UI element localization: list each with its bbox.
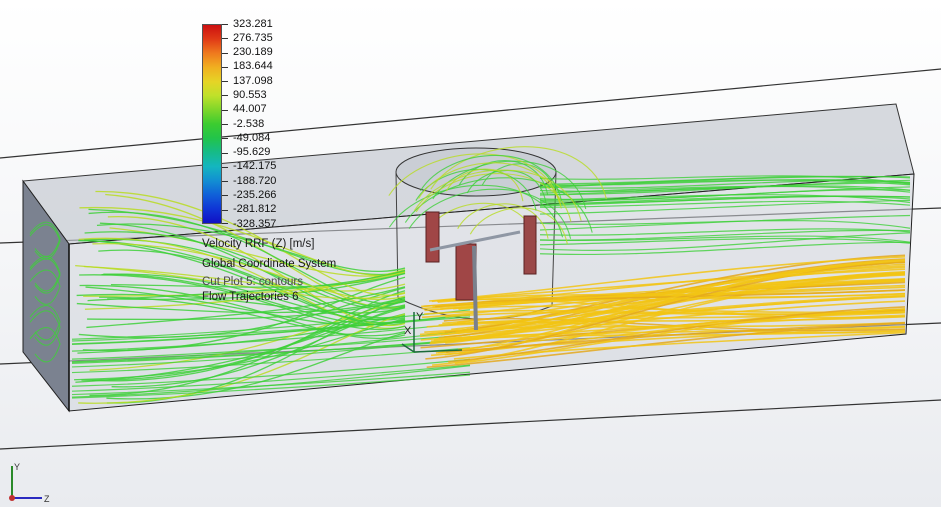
legend-tick-mark <box>222 152 228 154</box>
legend-tick-label: -328.357 <box>233 217 277 230</box>
legend-tick-label: -142.175 <box>233 160 277 173</box>
triad-label-z: Z <box>44 494 50 504</box>
legend-tick-mark <box>222 52 228 54</box>
legend-tick-mark <box>222 38 228 40</box>
legend-tick-mark <box>222 124 228 125</box>
origin-axis-label-y: Y <box>416 311 424 323</box>
legend-tick-label: -95.629 <box>233 146 271 159</box>
legend-tick-label: 323.281 <box>233 17 273 30</box>
legend-tick-label: -49.084 <box>233 131 271 144</box>
legend-tick-mark <box>222 81 228 83</box>
legend-trajectories-name: Flow Trajectories 6 <box>202 291 299 303</box>
legend-tick-mark <box>222 66 228 68</box>
legend-tick-label: 230.189 <box>233 46 273 59</box>
legend-tick-label: -2.538 <box>233 117 265 130</box>
legend-quantity: Velocity RRF (Z) [m/s] <box>202 238 315 250</box>
velocity-legend: 323.281 276.735 230.189 183.644 137.098 90.55… <box>199 17 399 310</box>
turbine-shaft <box>472 245 478 331</box>
legend-tick-mark <box>222 181 228 183</box>
legend-tick-mark <box>222 109 228 111</box>
triad-label-y: Y <box>14 462 20 472</box>
legend-tick-label: 90.553 <box>233 88 267 101</box>
view-orientation-triad[interactable]: Y Z <box>2 458 54 506</box>
color-scale-bar <box>202 24 222 224</box>
legend-tick-label: 183.644 <box>233 60 273 73</box>
origin-axis-label-x: X <box>404 325 412 337</box>
triad-x-axis <box>9 495 15 501</box>
legend-tick-label: -281.812 <box>233 203 277 216</box>
guide-line <box>0 399 941 450</box>
legend-tick-label: -235.266 <box>233 188 277 201</box>
legend-tick-mark <box>222 209 228 211</box>
legend-tick-mark <box>222 195 228 197</box>
legend-tick-label: -188.720 <box>233 174 277 187</box>
legend-tick-mark <box>222 24 228 25</box>
legend-tick-label: 276.735 <box>233 31 273 44</box>
legend-coordinate-system: Global Coordinate System <box>202 258 337 270</box>
legend-tick-mark <box>222 223 228 224</box>
flow-simulation-scene[interactable]: X Y <box>0 0 941 507</box>
legend-tick-mark <box>222 95 228 97</box>
legend-tick-mark <box>222 166 228 168</box>
turbine-blade <box>425 211 440 263</box>
3d-viewport[interactable]: X Y 323.281 276.735 230.189 183.644 137.098 9… <box>0 0 941 507</box>
legend-plot-name: Cut Plot 5: contours <box>202 276 303 288</box>
legend-tick-label: 44.007 <box>233 103 267 116</box>
legend-tick-label: 137.098 <box>233 74 273 87</box>
legend-tick-mark <box>222 138 228 140</box>
turbine-blade <box>523 215 537 275</box>
